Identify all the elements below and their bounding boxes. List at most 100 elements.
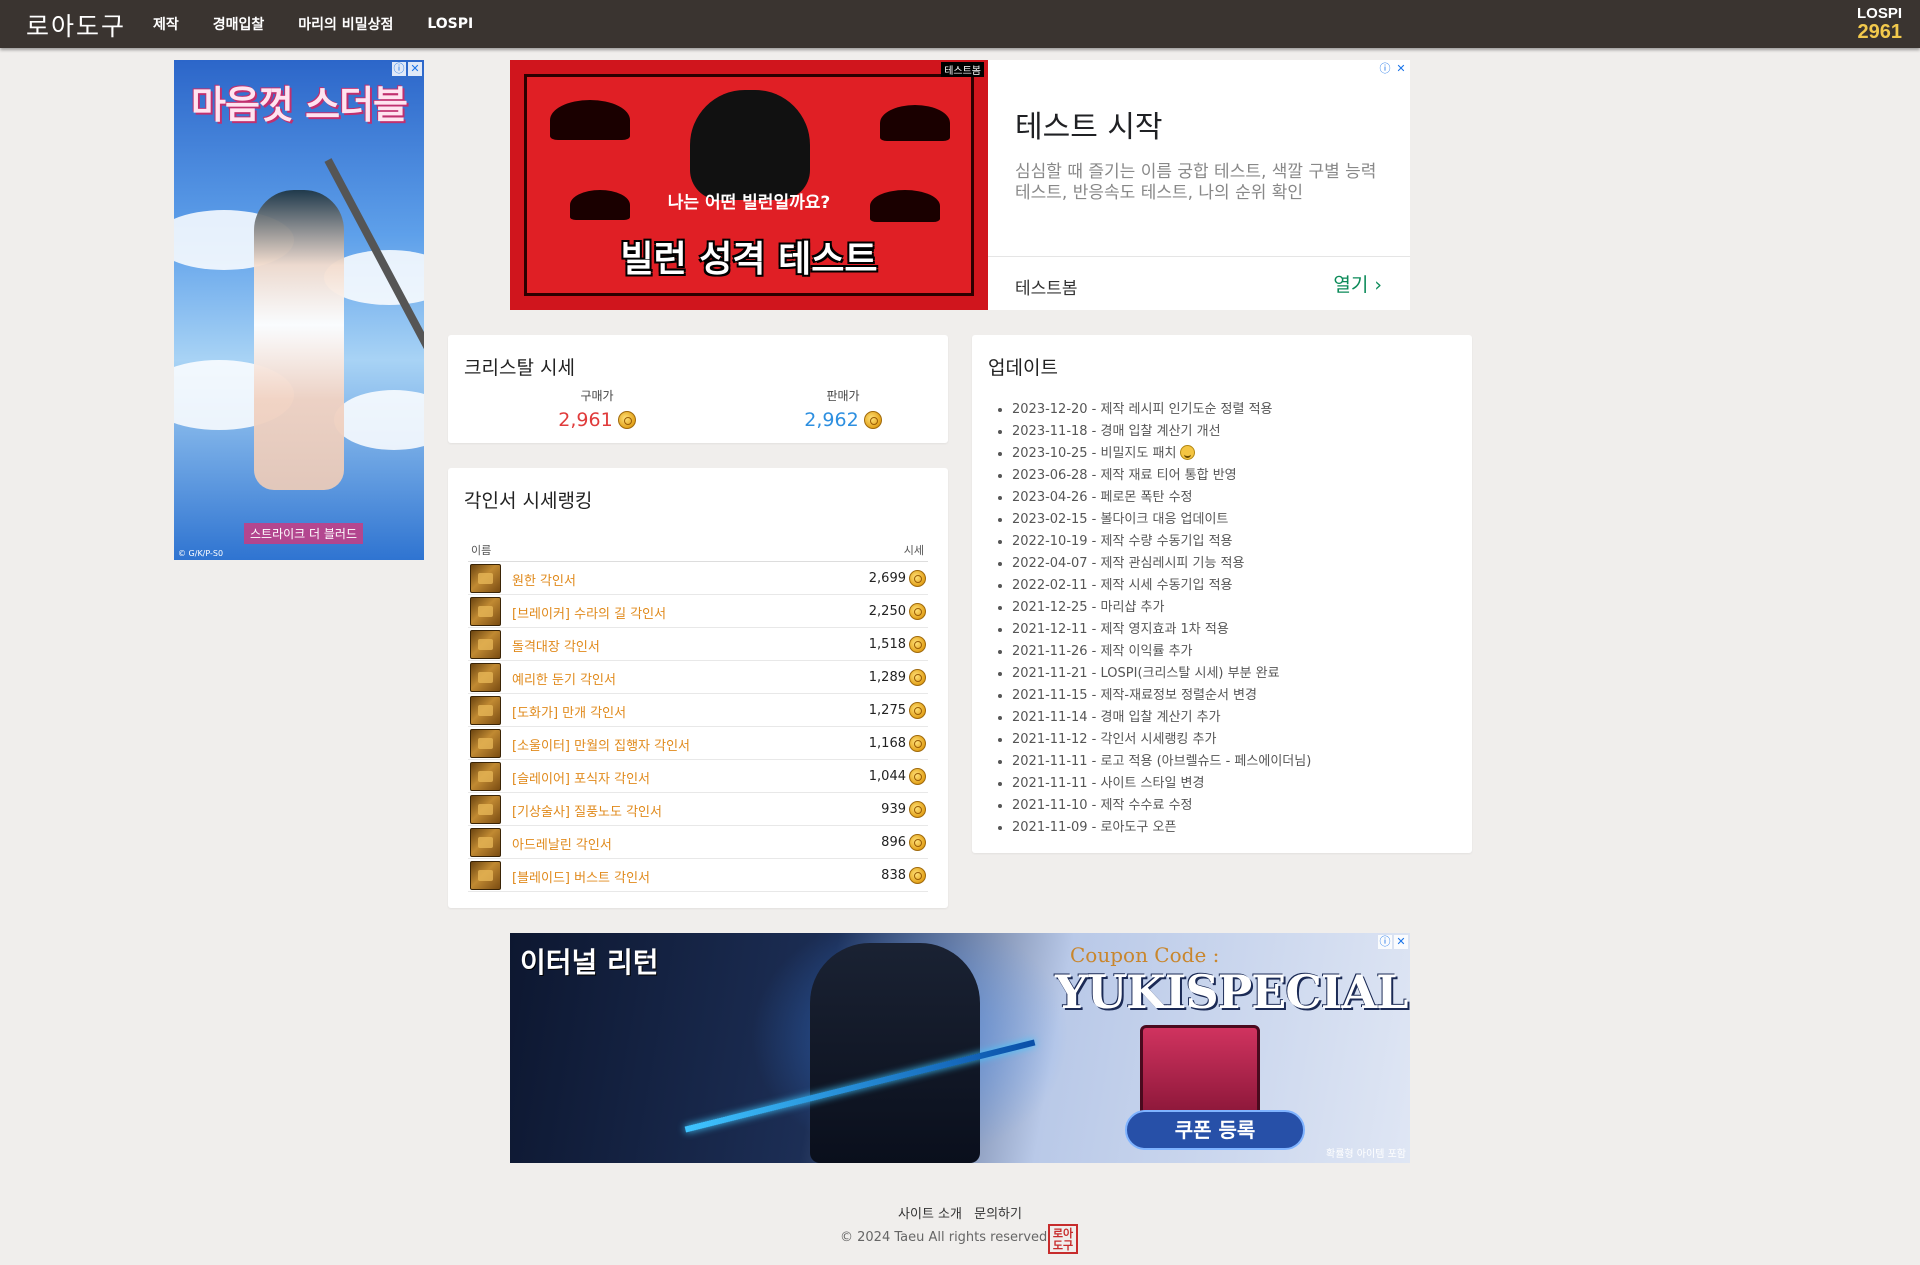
ranking-row[interactable]: 예리한 둔기 각인서 1,289 [468,661,928,694]
bottom-ad-coupon-code: YUKISPECIAL [1055,965,1408,1019]
engraving-book-icon [470,795,501,824]
top-ad-open-button[interactable]: 열기 › [1333,270,1382,297]
crystal-sell-price: 2,962 [768,409,918,431]
top-ad-image-title: 빌런 성격 테스트 [620,239,878,280]
bottom-ad-coupon-label: Coupon Code : [1070,943,1220,967]
footer-contact-link[interactable]: 문의하기 [974,1207,1022,1222]
update-item: 2021-11-12 - 각인서 시세랭킹 추가 [1012,729,1311,751]
ranking-item-name[interactable]: [블레이드] 버스트 각인서 [512,867,650,886]
top-ad-headline[interactable]: 테스트 시작 [1015,102,1163,146]
side-banner-ad[interactable]: 마음껏 스더블 스트라이크 더 블러드 © G/K/P-S0 ⓘ ✕ [174,60,424,560]
ranking-item-name[interactable]: [슬레이어] 포식자 각인서 [512,768,650,787]
top-display-ad[interactable]: 테스트봄 나는 어떤 빌런일까요? 빌런 성격 테스트 테스트 시작 심심할 때… [510,60,1410,310]
updates-panel: 업데이트 2023-12-20 - 제작 레시피 인기도순 정렬 적용2023-… [972,335,1472,853]
update-item-text: 2023-12-20 - 제작 레시피 인기도순 정렬 적용 [1012,402,1273,417]
ranking-row[interactable]: [기상술사] 질풍노도 각인서 939 [468,793,928,826]
ranking-row[interactable]: 원한 각인서 2,699 [468,562,928,595]
bat-shape [880,105,950,141]
gold-coin-icon [909,834,926,851]
ranking-item-name[interactable]: [도화가] 만개 각인서 [512,702,626,721]
update-item: 2021-11-10 - 제작 수수료 수정 [1012,795,1311,817]
crystal-panel-title: 크리스탈 시세 [464,357,575,379]
ranking-row[interactable]: [브레이커] 수라의 길 각인서 2,250 [468,595,928,628]
update-item: 2021-11-15 - 제작-재료정보 정렬순서 변경 [1012,685,1311,707]
ranking-item-name[interactable]: 원한 각인서 [512,570,576,589]
skull-icon [690,90,810,200]
ranking-item-value: 2,250 [868,604,906,619]
update-item-text: 2021-11-11 - 사이트 스타일 변경 [1012,776,1205,791]
bottom-ad-game-title: 이터널 리턴 [520,946,659,979]
ranking-item-value: 1,168 [868,736,906,751]
ranking-item-name[interactable]: 예리한 둔기 각인서 [512,669,616,688]
ranking-row[interactable]: [슬레이어] 포식자 각인서 1,044 [468,760,928,793]
ranking-item-name[interactable]: 돌격대장 각인서 [512,636,600,655]
bottom-ad-fine-print: 확률형 아이템 포함 [1326,1149,1406,1160]
crystal-price-panel: 크리스탈 시세 구매가 2,961 판매가 2,962 [448,335,948,443]
footer-links: 사이트 소개 문의하기 [0,1203,1920,1222]
top-ad-question: 나는 어떤 빌런일까요? [667,193,831,213]
ranking-col-name: 이름 [471,544,492,557]
updates-list: 2023-12-20 - 제작 레시피 인기도순 정렬 적용 2023-11-18… [1012,399,1311,839]
ranking-item-name[interactable]: [기상술사] 질풍노도 각인서 [512,801,662,820]
ranking-item-name[interactable]: [브레이커] 수라의 길 각인서 [512,603,666,622]
ranking-row[interactable]: 돌격대장 각인서 1,518 [468,628,928,661]
ad-info-icon[interactable]: ⓘ [392,62,406,76]
ranking-table-body: 원한 각인서 2,699 [브레이커] 수라의 길 각인서 2,250 돌격대장 각인서… [468,562,928,892]
update-item-text: 2021-11-14 - 경매 입찰 계산기 추가 [1012,710,1221,725]
lospi-indicator[interactable]: LOSPI 2961 [1856,5,1902,43]
update-item-text: 2022-10-19 - 제작 수량 수동기입 적용 [1012,534,1233,549]
ad-close-icon[interactable]: ✕ [1394,935,1408,949]
update-item-text: 2022-04-07 - 제작 관심레시피 기능 적용 [1012,556,1245,571]
updates-panel-title: 업데이트 [988,357,1058,379]
side-ad-title: 마음껏 스더블 [191,83,408,127]
ad-close-icon[interactable]: ✕ [1394,62,1408,76]
top-ad-image[interactable]: 테스트봄 나는 어떤 빌런일까요? 빌런 성격 테스트 [510,60,988,310]
ad-info-icon[interactable]: ⓘ [1378,935,1392,949]
top-ad-description: 심심할 때 즐기는 이름 궁합 테스트, 색깔 구별 능력 테스트, 반응속도 … [1015,162,1377,203]
update-item: 2021-11-26 - 제작 이익률 추가 [1012,641,1311,663]
update-item-text: 2021-11-09 - 로아도구 오픈 [1012,820,1177,835]
coupon-register-button[interactable]: 쿠폰 등록 [1125,1110,1305,1150]
ranking-item-value: 1,518 [868,637,906,652]
chest-icon [1140,1025,1260,1120]
crystal-buy-label: 구매가 [580,389,614,403]
update-item-text: 2021-11-21 - LOSPI(크리스탈 시세) 부분 완료 [1012,666,1280,681]
bat-shape [550,100,630,140]
site-logo[interactable]: 로아도구 [26,7,126,43]
ranking-item-name[interactable]: 아드레날린 각인서 [512,834,612,853]
nav-item-auction[interactable]: 경매입찰 [213,14,265,34]
engraving-book-icon [470,597,501,626]
update-item: 2021-11-11 - 로고 적용 (아브렐슈드 - 페스에이더님) [1012,751,1311,773]
update-item: 2023-06-28 - 제작 재료 티어 통합 반영 [1012,465,1311,487]
grin-emoji-icon [1180,445,1196,460]
engraving-book-icon [470,564,501,593]
crystal-buy-price: 2,961 [522,409,672,431]
update-item-text: 2021-12-25 - 마리샵 추가 [1012,600,1165,615]
ad-info-icon[interactable]: ⓘ [1378,62,1392,76]
top-ad-footer: 테스트봄 열기 › [988,256,1410,310]
nav-item-craft[interactable]: 제작 [153,14,179,34]
update-item: 2023-10-25 - 비밀지도 패치 [1012,443,1311,465]
engraving-book-icon [470,630,501,659]
nav-item-mari-shop[interactable]: 마리의 비밀상점 [298,14,393,34]
bottom-banner-ad[interactable]: 이터널 리턴 Coupon Code : YUKISPECIAL 쿠폰 등록 확… [510,933,1410,1163]
engraving-book-icon [470,696,501,725]
footer-copyright: © 2024 Taeu All rights reserved [840,1230,1048,1245]
update-item: 2022-04-07 - 제작 관심레시피 기능 적용 [1012,553,1311,575]
ranking-row[interactable]: [도화가] 만개 각인서 1,275 [468,694,928,727]
update-item-text: 2023-02-15 - 볼다이크 대응 업데이트 [1012,512,1229,527]
ranking-item-name[interactable]: [소울이터] 만월의 집행자 각인서 [512,735,690,754]
ranking-row[interactable]: [소울이터] 만월의 집행자 각인서 1,168 [468,727,928,760]
engraving-book-icon [470,861,501,890]
lospi-label: LOSPI [1856,5,1902,22]
ad-close-icon[interactable]: ✕ [408,62,422,76]
ranking-item-value: 1,044 [868,769,906,784]
update-item: 2021-11-09 - 로아도구 오픈 [1012,817,1311,839]
side-ad-sublogo: 스트라이크 더 블러드 [244,523,363,544]
footer-about-link[interactable]: 사이트 소개 [898,1207,962,1222]
gold-coin-icon [909,768,926,785]
ranking-row[interactable]: [블레이드] 버스트 각인서 838 [468,859,928,892]
nav-item-lospi[interactable]: LOSPI [427,16,473,32]
top-ad-brand: 테스트봄 [941,62,984,77]
ranking-row[interactable]: 아드레날린 각인서 896 [468,826,928,859]
